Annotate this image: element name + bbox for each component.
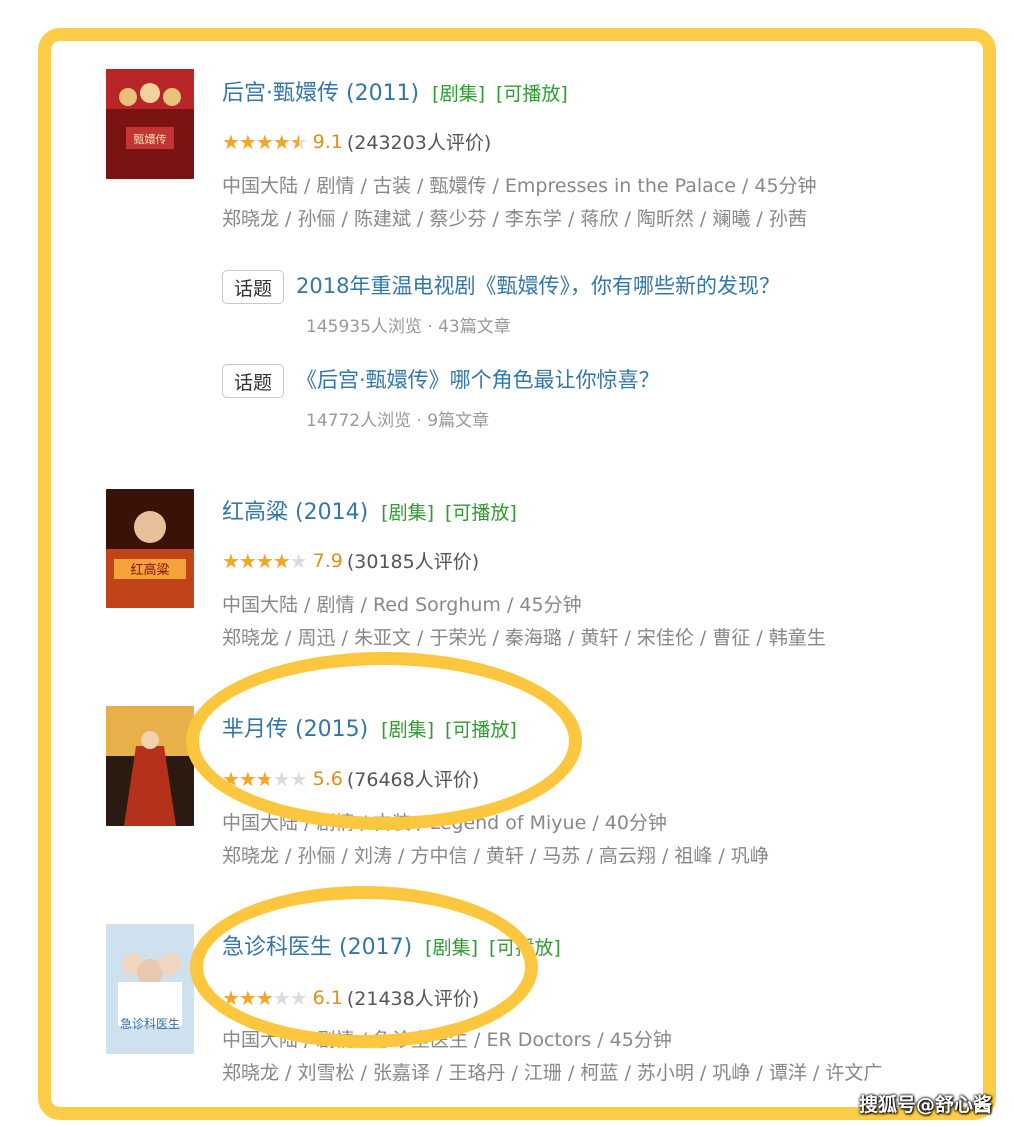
item-title-row: 芈月传 (2015) [剧集] [可播放] — [222, 711, 517, 743]
rating-stars: ★★★★★ ★★★★★ — [222, 766, 308, 791]
item-title-link[interactable]: 红高粱 (2014) — [222, 500, 368, 525]
rating-count[interactable]: (21438人评价) — [347, 984, 479, 1011]
item-title-link[interactable]: 芈月传 (2015) — [222, 717, 368, 742]
rating-score: 9.1 — [312, 130, 343, 153]
item-meta: 中国大陆 / 剧情 / Red Sorghum / 45分钟 — [222, 594, 582, 616]
item-cast: 郑晓龙 / 孙俪 / 刘涛 / 方中信 / 黄轩 / 马苏 / 高云翔 / 祖峰… — [222, 845, 769, 867]
svg-text:红高粱: 红高粱 — [130, 562, 169, 578]
topic-badge: 话题 — [222, 270, 284, 304]
rating-row: ★★★★★ ★★★★★ 9.1 (243203人评价) — [222, 128, 491, 155]
item-meta: 中国大陆 / 剧情 / 古装 / 甄嬛传 / Empresses in the … — [222, 175, 817, 197]
rating-score: 6.1 — [312, 986, 343, 1009]
tag-playable[interactable]: [可播放] — [445, 719, 517, 741]
tag-series[interactable]: [剧集] — [432, 83, 485, 105]
tag-playable[interactable]: [可播放] — [445, 502, 517, 524]
item-cast: 郑晓龙 / 周迅 / 朱亚文 / 于荣光 / 秦海璐 / 黄轩 / 宋佳伦 / … — [222, 627, 826, 649]
item-cast: 郑晓龙 / 孙俪 / 陈建斌 / 蔡少芬 / 李东学 / 蒋欣 / 陶昕然 / … — [222, 208, 807, 230]
item-title-row: 红高粱 (2014) [剧集] [可播放] — [222, 494, 517, 526]
topic-title-link[interactable]: 2018年重温电视剧《甄嬛传》，你有哪些新的发现？ — [296, 270, 780, 300]
item-meta: 中国大陆 / 剧情 / 古装 / Legend of Miyue / 40分钟 — [222, 812, 667, 834]
rating-score: 7.9 — [312, 549, 343, 572]
tag-series[interactable]: [剧集] — [425, 937, 478, 959]
poster-image[interactable] — [106, 706, 194, 826]
rating-stars: ★★★★★ ★★★★★ — [222, 129, 308, 154]
item-title-row: 急诊科医生 (2017) [剧集] [可播放] — [222, 929, 561, 961]
item-cast: 郑晓龙 / 刘雪松 / 张嘉译 / 王珞丹 / 江珊 / 柯蓝 / 苏小明 / … — [222, 1062, 883, 1084]
poster-image[interactable]: 红高粱 — [106, 489, 194, 608]
rating-count[interactable]: (243203人评价) — [347, 128, 491, 155]
rating-row: ★★★★★ ★★★★★ 5.6 (76468人评价) — [222, 765, 479, 792]
svg-text:急诊科医生: 急诊科医生 — [120, 1016, 180, 1031]
poster-image[interactable]: 甄嬛传 — [106, 69, 194, 179]
svg-text:甄嬛传: 甄嬛传 — [134, 132, 167, 146]
topic-badge: 话题 — [222, 364, 284, 398]
item-title-row: 后宫·甄嬛传 (2011) [剧集] [可播放] — [222, 75, 568, 107]
poster-image[interactable]: 急诊科医生 — [106, 924, 194, 1054]
rating-stars: ★★★★★ ★★★★★ — [222, 548, 308, 573]
item-title-link[interactable]: 急诊科医生 (2017) — [222, 935, 412, 960]
rating-count[interactable]: (76468人评价) — [347, 765, 479, 792]
tag-series[interactable]: [剧集] — [381, 502, 434, 524]
rating-score: 5.6 — [312, 767, 343, 790]
topic-title-link[interactable]: 《后宫·甄嬛传》哪个角色最让你惊喜？ — [296, 364, 660, 394]
topic-stats: 145935人浏览 · 43篇文章 — [306, 317, 511, 337]
rating-stars: ★★★★★ ★★★★★ — [222, 985, 308, 1010]
watermark: 搜狐号@舒心酱 — [858, 1094, 992, 1116]
topic-stats: 14772人浏览 · 9篇文章 — [306, 411, 490, 431]
item-meta: 中国大陆 / 剧情 / 急诊室医生 / ER Doctors / 45分钟 — [222, 1029, 672, 1051]
tag-playable[interactable]: [可播放] — [489, 937, 561, 959]
rating-row: ★★★★★ ★★★★★ 7.9 (30185人评价) — [222, 547, 479, 574]
tag-series[interactable]: [剧集] — [381, 719, 434, 741]
rating-row: ★★★★★ ★★★★★ 6.1 (21438人评价) — [222, 984, 479, 1011]
tag-playable[interactable]: [可播放] — [496, 83, 568, 105]
rating-count[interactable]: (30185人评价) — [347, 547, 479, 574]
item-title-link[interactable]: 后宫·甄嬛传 (2011) — [222, 81, 419, 106]
